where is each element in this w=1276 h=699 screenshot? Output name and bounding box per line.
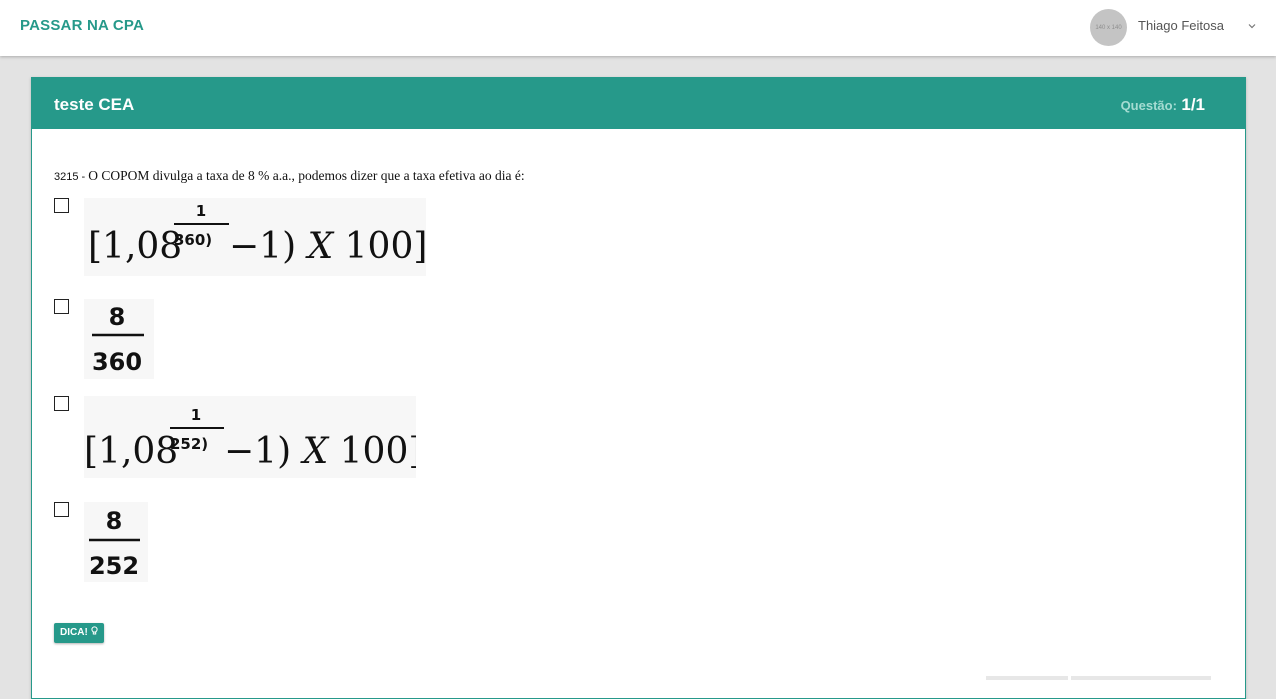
- formula-graphic: 1 [1,08 252) −1) X 100]: [84, 406, 416, 472]
- option-checkbox[interactable]: [54, 198, 69, 213]
- question-id: 3215: [54, 171, 79, 183]
- question-text-line: 3215 - O COPOM divulga a taxa de 8 % a.a…: [54, 168, 525, 184]
- fraction-numerator: 8: [106, 507, 123, 535]
- chevron-down-icon[interactable]: [1246, 20, 1258, 32]
- quiz-header: teste CEA Questão: 1/1: [32, 78, 1245, 129]
- formula-tail-a: −1): [224, 431, 303, 472]
- option-formula-image: 8 252: [84, 502, 148, 582]
- formula-graphic: 8 360: [92, 303, 144, 376]
- option-checkbox[interactable]: [54, 396, 69, 411]
- quiz-card: teste CEA Questão: 1/1 3215 - O COPOM di…: [31, 77, 1246, 699]
- hint-button[interactable]: DICA!: [54, 623, 104, 643]
- fraction-numerator: 8: [109, 303, 126, 331]
- formula-tail-b: 100]: [328, 431, 416, 472]
- counter-label: Questão:: [1120, 98, 1177, 113]
- option-formula-image: 1 [1,08 252) −1) X 100]: [84, 396, 416, 478]
- lightbulb-icon: [90, 626, 98, 635]
- option-formula-image: 1 [1,08 360) −1) X 100]: [84, 198, 426, 276]
- user-name[interactable]: Thiago Feitosa: [1138, 18, 1224, 33]
- avatar[interactable]: 140 x 140: [1090, 9, 1127, 46]
- formula-var: X: [305, 226, 335, 267]
- formula-graphic: 8 252: [89, 507, 140, 580]
- avatar-placeholder-text: 140 x 140: [1095, 24, 1122, 31]
- counter-value: 1/1: [1181, 95, 1205, 114]
- next-button[interactable]: [1071, 676, 1211, 680]
- formula-base: [1,08: [84, 431, 178, 472]
- formula-var: X: [300, 431, 330, 472]
- option-formula-image: 8 360: [84, 299, 154, 379]
- question-separator: -: [78, 171, 89, 183]
- question-counter: Questão: 1/1: [1121, 95, 1205, 115]
- formula-tail-b: 100]: [333, 226, 426, 267]
- formula-tail: −1) X 100]: [224, 431, 416, 472]
- exponent-numerator: 1: [191, 406, 201, 424]
- exponent-denominator: 252): [170, 435, 208, 453]
- question-text: O COPOM divulga a taxa de 8 % a.a., pode…: [88, 168, 525, 183]
- formula-base: [1,08: [88, 226, 182, 267]
- brand-logo[interactable]: PASSAR NA CPA: [20, 17, 144, 34]
- quiz-title: teste CEA: [54, 95, 135, 114]
- hint-label: DICA!: [60, 627, 88, 638]
- exponent-denominator: 360): [174, 231, 212, 249]
- fraction-denominator: 252: [89, 552, 139, 580]
- formula-graphic: 1 [1,08 360) −1) X 100]: [88, 202, 426, 267]
- fraction-denominator: 360: [92, 348, 142, 376]
- previous-button[interactable]: [986, 676, 1068, 680]
- exponent-numerator: 1: [196, 202, 206, 220]
- option-checkbox[interactable]: [54, 502, 69, 517]
- top-navbar: PASSAR NA CPA 140 x 140 Thiago Feitosa: [0, 0, 1276, 56]
- option-checkbox[interactable]: [54, 299, 69, 314]
- formula-tail: −1) X 100]: [229, 226, 426, 267]
- formula-tail-a: −1): [229, 226, 308, 267]
